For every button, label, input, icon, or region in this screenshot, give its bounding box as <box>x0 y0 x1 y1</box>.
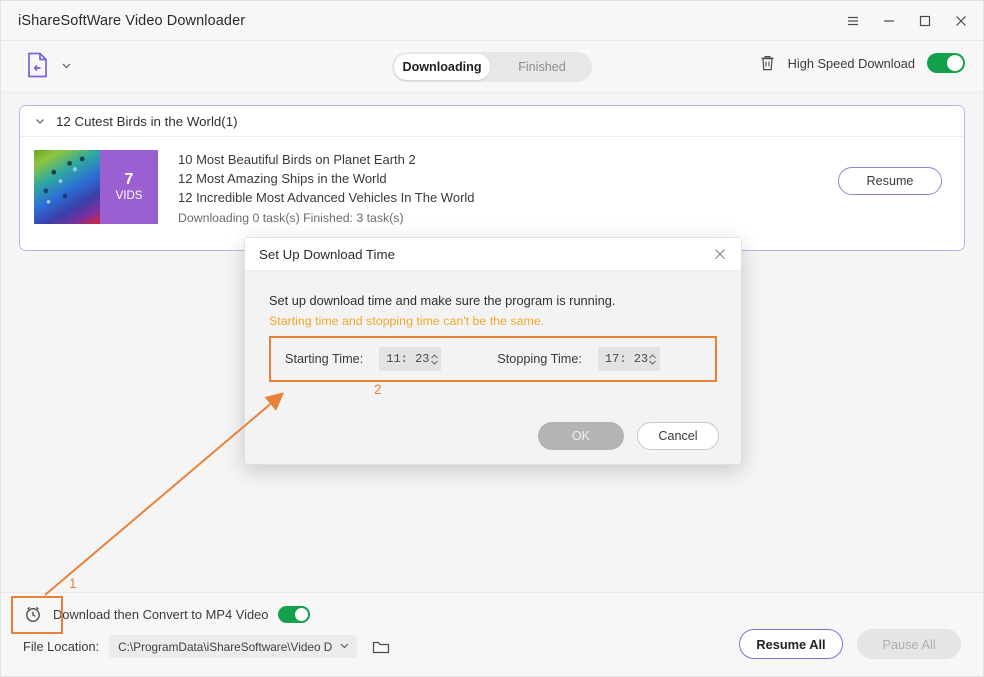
starting-time-value: 11: 23 <box>386 352 430 366</box>
download-status-text: Downloading 0 task(s) Finished: 3 task(s… <box>178 210 404 225</box>
document-download-icon[interactable] <box>27 52 49 78</box>
resume-button[interactable]: Resume <box>838 167 942 195</box>
path-chevron-down-icon[interactable] <box>339 638 350 656</box>
download-group-body: 7 VIDS 10 Most Beautiful Birds on Planet… <box>20 137 964 250</box>
spinner-up-down-icon[interactable] <box>430 352 439 367</box>
annotation-box-step-one <box>11 596 63 634</box>
app-title: iShareSoftWare Video Downloader <box>18 13 246 29</box>
pause-all-button[interactable]: Pause All <box>857 629 961 659</box>
folder-icon[interactable] <box>367 639 390 655</box>
file-location-path: C:\ProgramData\iShareSoftware\Video Down… <box>118 639 333 654</box>
high-speed-download-label: High Speed Download <box>787 55 915 71</box>
dialog-header: Set Up Download Time <box>245 238 741 271</box>
group-expand-chevron-down-icon[interactable] <box>34 115 46 127</box>
video-thumbnail: 7 VIDS <box>34 150 158 224</box>
ok-button[interactable]: OK <box>538 422 624 450</box>
stopping-time-value: 17: 23 <box>604 352 649 366</box>
download-group-title: 12 Cutest Birds in the World(1) <box>56 113 238 129</box>
dialog-title: Set Up Download Time <box>259 246 395 262</box>
video-count-unit: VIDS <box>115 189 143 202</box>
convert-option-row: Download then Convert to MP4 Video <box>23 604 311 624</box>
convert-to-mp4-toggle[interactable] <box>278 605 311 623</box>
stopping-time-stepper[interactable]: 17: 23 <box>597 347 660 371</box>
starting-time-group: Starting Time: 11: 23 <box>285 347 442 371</box>
download-group-card: 12 Cutest Birds in the World(1) 7 VIDS 1… <box>19 105 965 251</box>
bottom-bar: Download then Convert to MP4 Video File … <box>1 592 983 676</box>
title-bar: iShareSoftWare Video Downloader <box>1 1 983 41</box>
video-count-badge: 7 VIDS <box>100 150 158 224</box>
toolbar: Downloading Finished High Speed Download <box>1 41 983 93</box>
toggle-knob <box>947 55 963 71</box>
toolbar-right-group: High Speed Download <box>759 53 965 73</box>
dialog-actions: OK Cancel <box>538 422 719 450</box>
annotation-number-two: 2 <box>374 382 382 397</box>
video-title-list: 10 Most Beautiful Birds on Planet Earth … <box>178 150 475 227</box>
convert-to-mp4-label: Download then Convert to MP4 Video <box>53 606 269 622</box>
dialog-close-icon[interactable] <box>712 246 728 262</box>
file-location-dropdown[interactable]: C:\ProgramData\iShareSoftware\Video Down… <box>109 635 358 658</box>
starting-time-label: Starting Time: <box>285 352 364 366</box>
download-group-header[interactable]: 12 Cutest Birds in the World(1) <box>20 106 964 137</box>
tab-downloading[interactable]: Downloading <box>394 54 490 80</box>
list-item: 12 Incredible Most Advanced Vehicles In … <box>178 189 475 205</box>
toggle-knob <box>295 607 309 621</box>
menu-icon[interactable] <box>835 5 871 37</box>
dialog-body: Set up download time and make sure the p… <box>245 271 741 382</box>
file-location-label: File Location: <box>23 639 100 654</box>
starting-time-stepper[interactable]: 11: 23 <box>379 347 442 371</box>
close-icon[interactable] <box>943 5 979 37</box>
view-tabs: Downloading Finished <box>392 52 592 82</box>
dialog-description: Set up download time and make sure the p… <box>269 293 616 308</box>
toolbar-dropdown-chevron-down-icon[interactable] <box>60 59 73 72</box>
cancel-button[interactable]: Cancel <box>637 422 719 450</box>
stopping-time-label: Stopping Time: <box>497 352 582 366</box>
high-speed-download-toggle[interactable] <box>927 53 965 73</box>
annotation-number-one: 1 <box>69 576 77 591</box>
spinner-up-down-icon[interactable] <box>648 352 657 367</box>
minimize-icon[interactable] <box>871 5 907 37</box>
window-controls <box>835 1 979 41</box>
dialog-warning-text: Starting time and stopping time can't be… <box>269 314 545 328</box>
list-item: 10 Most Beautiful Birds on Planet Earth … <box>178 152 416 167</box>
toolbar-left-group <box>27 52 73 78</box>
file-location-row: File Location: C:\ProgramData\iShareSoft… <box>23 635 390 658</box>
stopping-time-group: Stopping Time: 17: 23 <box>497 347 660 371</box>
maximize-icon[interactable] <box>907 5 943 37</box>
tab-finished[interactable]: Finished <box>494 54 590 80</box>
trash-icon[interactable] <box>759 54 776 72</box>
thumbnail-image <box>34 150 100 224</box>
video-count: 7 <box>124 171 134 189</box>
app-window: iShareSoftWare Video Downloader Download… <box>0 0 984 677</box>
list-item: 12 Most Amazing Ships in the World <box>178 170 387 186</box>
setup-download-time-dialog: Set Up Download Time Set up download tim… <box>244 237 742 465</box>
time-fields-row: Starting Time: 11: 23 Stopping Time: 17:… <box>269 336 717 382</box>
bottom-action-buttons: Resume All Pause All <box>739 629 961 659</box>
resume-all-button[interactable]: Resume All <box>739 629 843 659</box>
